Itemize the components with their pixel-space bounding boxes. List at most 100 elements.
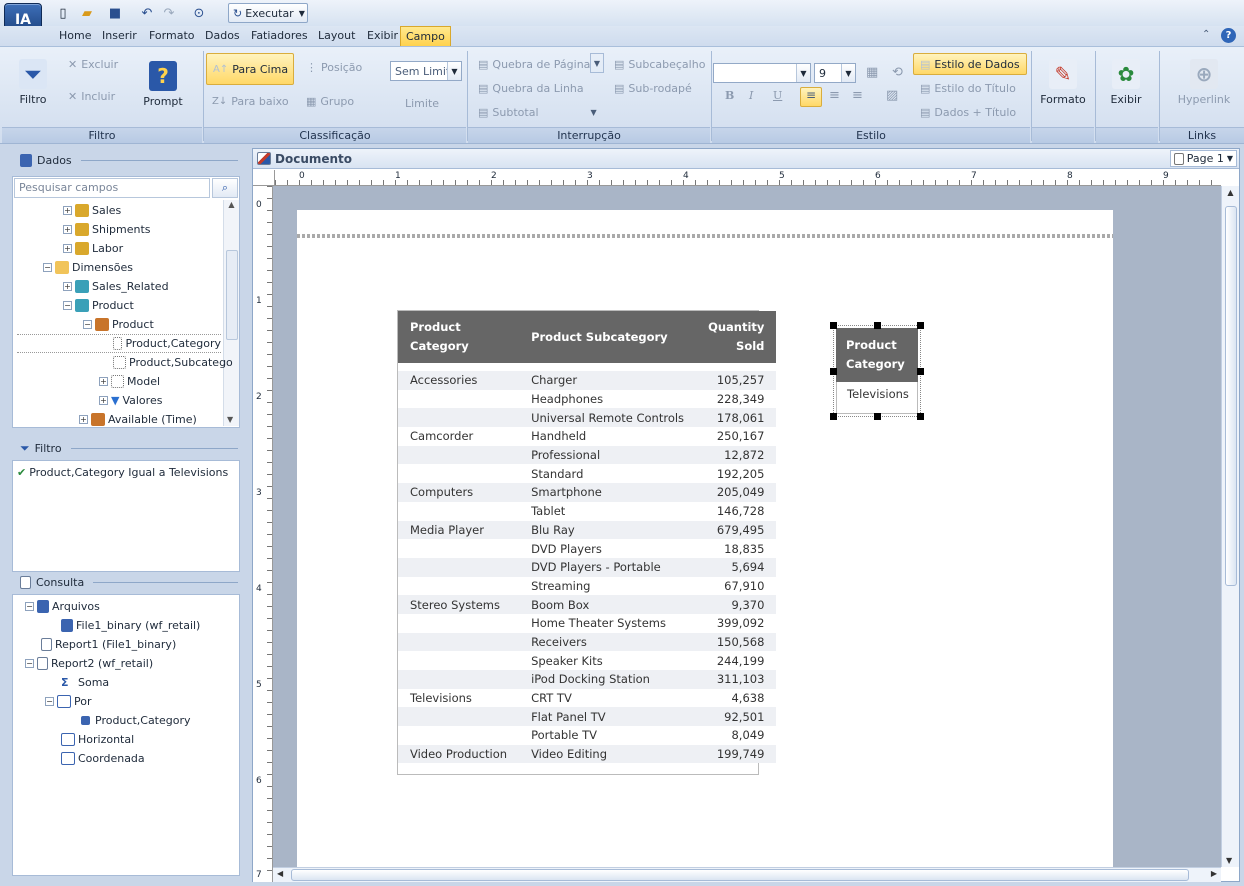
tab-layout[interactable]: Layout [318,26,355,46]
sort-ascending-button[interactable]: A↑ Para Cima [206,53,294,85]
tree-item[interactable]: File1_binary (wf_retail) [61,616,200,635]
data-style-button[interactable]: ▤ Estilo de Dados [913,53,1027,75]
chevron-left-icon[interactable]: ◀ [277,869,283,878]
chevron-up-icon[interactable]: ▲ [1222,188,1239,197]
tree-item[interactable]: − Report2 (wf_retail) [25,654,153,673]
table-row[interactable]: Standard 192,205 [398,464,777,484]
collapse-icon[interactable]: − [45,697,54,706]
table-row[interactable]: Media Player Blu Ray 679,495 [398,520,777,540]
tree-item[interactable]: + Available (Time) [79,410,197,429]
search-input[interactable]: Pesquisar campos [14,178,210,198]
page-break-button[interactable]: ▤ Quebra de Página [478,55,590,73]
underline-button[interactable]: U [773,89,782,102]
expand-icon[interactable]: + [63,206,72,215]
chevron-down-icon[interactable]: ▼ [299,9,305,18]
resize-handle[interactable] [917,322,924,329]
format-button[interactable]: ✎ Formato [1036,59,1090,106]
table-row[interactable]: Streaming 67,910 [398,576,777,596]
font-size-select[interactable]: 9 ▼ [814,63,856,83]
tab-inserir[interactable]: Inserir [102,26,137,46]
data-title-button[interactable]: ▤ Dados + Título [920,103,1016,121]
filter-button[interactable]: ⏷ Filtro [14,59,52,106]
expand-icon[interactable]: + [63,244,72,253]
chevron-down-icon[interactable]: ▼ [227,415,233,424]
expand-icon[interactable]: + [99,377,108,386]
display-button[interactable]: ✿ Exibir [1100,59,1152,106]
tab-home[interactable]: Home [59,26,91,46]
chevron-up-icon[interactable]: ▲ [224,200,239,209]
tree-item[interactable]: + Sales_Related [63,277,169,296]
report-component[interactable]: Product Category Product Subcategory Qua… [397,310,777,775]
header-quantity-sold[interactable]: Quantity Sold [696,311,777,363]
preview-icon[interactable]: ⊙ [190,4,208,22]
chevron-down-icon[interactable]: ▼ [591,108,597,117]
chevron-down-icon[interactable]: ▼ [841,64,855,82]
resize-handle[interactable] [917,368,924,375]
tab-dados[interactable]: Dados [205,26,240,46]
subtotal-button[interactable]: ▤ Subtotal ▼ [478,103,597,121]
table-row[interactable]: Professional 12,872 [398,445,777,465]
table-row[interactable]: Computers Smartphone 205,049 [398,483,777,502]
tree-item[interactable]: + Shipments [63,220,151,239]
chevron-right-icon[interactable]: ▶ [1211,869,1217,878]
tree-scrollbar[interactable]: ▲ ▼ [223,200,239,426]
line-break-button[interactable]: ▤ Quebra da Linha [478,79,584,97]
horizontal-scrollbar[interactable]: ◀ ▶ [273,867,1221,882]
scrollbar-thumb[interactable] [226,250,238,340]
subfooter-button[interactable]: ▤ Sub-rodapé [614,79,692,97]
chevron-down-icon[interactable]: ▼ [796,64,810,82]
include-button[interactable]: ✕ Incluir [68,87,115,105]
tree-item[interactable]: − Arquivos [25,597,100,616]
table-row[interactable]: Home Theater Systems 399,092 [398,613,777,633]
run-button[interactable]: ↻ Executar ▼ [228,3,308,23]
position-button[interactable]: ⋮ Posição [306,58,362,76]
group-button[interactable]: ▦ Grupo [306,92,354,110]
tree-item[interactable]: − Product [63,296,134,315]
tree-item[interactable]: + Sales [63,201,121,220]
paint-format-icon[interactable]: ▦ [866,65,878,80]
table-row[interactable]: Tablet 146,728 [398,501,777,521]
collapse-icon[interactable]: − [83,320,92,329]
table-row[interactable]: Stereo Systems Boom Box 9,370 [398,595,777,614]
table-row[interactable]: Universal Remote Controls 178,061 [398,408,777,428]
table-row[interactable]: Accessories Charger 105,257 [398,371,777,390]
table-row[interactable]: Televisions CRT TV 4,638 [398,688,777,708]
tab-formato[interactable]: Formato [149,26,195,46]
tree-item[interactable]: + Labor [63,239,123,258]
table-row[interactable]: DVD Players - Portable 5,694 [398,557,777,577]
fill-color-icon[interactable]: ▨ [886,88,898,103]
table-row[interactable]: Speaker Kits 244,199 [398,651,777,670]
vertical-scrollbar[interactable]: ▲ ▼ [1221,186,1239,867]
table-row[interactable]: DVD Players 18,835 [398,539,777,558]
tree-item[interactable]: Product,Category [79,711,191,730]
tree-item-selected[interactable]: Product,Category [17,334,221,353]
sort-descending-button[interactable]: Z↓ Para baixo [212,92,289,110]
bold-button[interactable]: B [725,89,734,102]
tree-item[interactable]: Horizontal [61,730,134,749]
table-row[interactable]: Camcorder Handheld 250,167 [398,427,777,446]
tab-fatiadores[interactable]: Fatiadores [251,26,308,46]
tab-campo[interactable]: Campo [400,26,451,46]
resize-handle[interactable] [917,413,924,420]
subheader-button[interactable]: ▤ Subcabeçalho [614,55,705,73]
align-right-icon[interactable]: ≡ [852,88,863,103]
undo-icon[interactable]: ↶ [138,4,156,22]
table-row[interactable]: Receivers 150,568 [398,632,777,652]
expand-icon[interactable]: + [63,225,72,234]
align-center-icon[interactable]: ≡ [829,88,840,103]
scrollbar-thumb[interactable] [291,869,1189,881]
tab-exibir[interactable]: Exibir [367,26,398,46]
chevron-down-icon[interactable]: ▼ [1227,154,1233,163]
header-product-category[interactable]: Product Category [398,311,520,363]
resize-handle[interactable] [874,322,881,329]
collapse-icon[interactable]: − [43,263,52,272]
collapse-icon[interactable]: − [25,659,34,668]
open-folder-icon[interactable]: ▰ [78,4,96,22]
table-row[interactable]: Portable TV 8,049 [398,726,777,745]
expand-icon[interactable]: + [99,396,108,405]
page-selector[interactable]: Page 1 ▼ [1169,150,1237,167]
table-row[interactable]: Headphones 228,349 [398,389,777,409]
limit-select[interactable]: Sem Limit ▼ [390,61,462,81]
prompt-button[interactable]: ? Prompt [142,61,184,108]
resize-handle[interactable] [830,322,837,329]
